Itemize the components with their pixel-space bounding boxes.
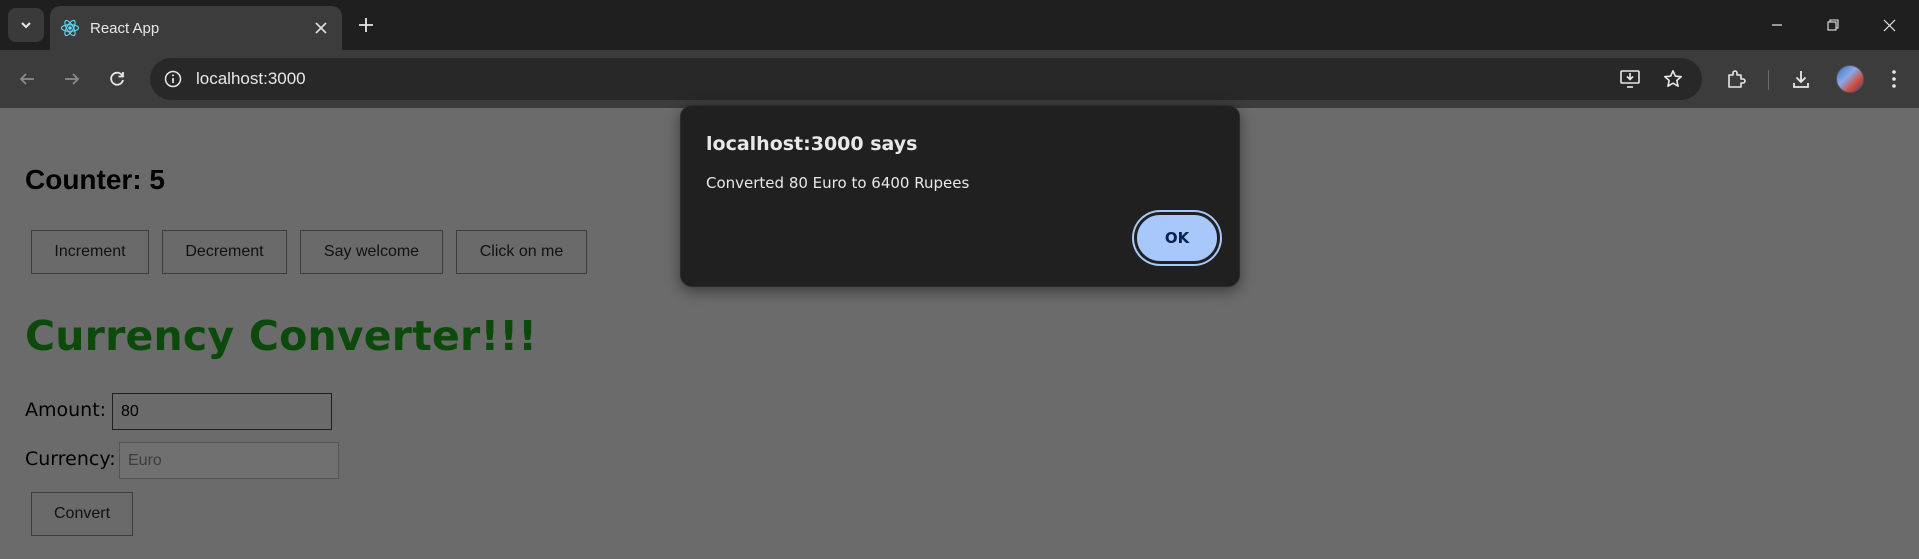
dialog-message: Converted 80 Euro to 6400 Rupees bbox=[706, 174, 970, 192]
bookmark-star-icon[interactable] bbox=[1660, 66, 1686, 92]
arrow-right-icon bbox=[65, 73, 80, 85]
minimize-button[interactable] bbox=[1749, 0, 1805, 50]
reload-icon bbox=[110, 71, 124, 86]
tab-search-button[interactable] bbox=[8, 8, 44, 42]
close-window-button[interactable] bbox=[1861, 0, 1917, 50]
convert-button[interactable]: Convert bbox=[31, 492, 133, 536]
currency-label: Currency: bbox=[25, 448, 116, 470]
reload-button[interactable] bbox=[101, 63, 133, 95]
dialog-heading: localhost:3000 says bbox=[706, 133, 918, 155]
chevron-down-icon bbox=[21, 22, 31, 29]
profile-avatar[interactable] bbox=[1836, 65, 1864, 93]
forward-button[interactable] bbox=[56, 63, 88, 95]
url-text[interactable]: localhost:3000 bbox=[196, 69, 1702, 89]
site-info-icon[interactable] bbox=[160, 66, 186, 92]
back-button[interactable] bbox=[11, 63, 43, 95]
more-menu-icon[interactable] bbox=[1880, 65, 1908, 93]
tab-title: React App bbox=[90, 19, 160, 37]
plus-icon bbox=[359, 18, 373, 32]
browser-toolbar: localhost:3000 bbox=[0, 50, 1919, 108]
browser-tab[interactable]: React App bbox=[50, 6, 342, 50]
say-welcome-button[interactable]: Say welcome bbox=[300, 230, 443, 274]
currency-input[interactable]: Euro bbox=[119, 442, 339, 479]
extensions-icon[interactable] bbox=[1722, 65, 1750, 93]
amount-input[interactable]: 80 bbox=[112, 393, 332, 430]
close-tab-icon[interactable] bbox=[310, 17, 332, 39]
address-bar[interactable]: localhost:3000 bbox=[150, 58, 1702, 100]
alert-dialog: localhost:3000 says Converted 80 Euro to… bbox=[680, 105, 1240, 287]
converter-title: Currency Converter!!! bbox=[25, 312, 538, 360]
downloads-icon[interactable] bbox=[1787, 65, 1815, 93]
close-icon bbox=[1883, 19, 1895, 31]
restore-button[interactable] bbox=[1805, 0, 1861, 50]
react-logo-icon bbox=[60, 18, 80, 38]
ok-button[interactable]: OK bbox=[1134, 212, 1220, 264]
click-on-me-button[interactable]: Click on me bbox=[456, 230, 587, 274]
counter-heading: Counter: 5 bbox=[25, 164, 165, 195]
amount-label: Amount: bbox=[25, 399, 107, 421]
new-tab-button[interactable] bbox=[352, 11, 380, 39]
arrow-left-icon bbox=[19, 73, 34, 85]
toolbar-divider bbox=[1768, 70, 1769, 90]
install-app-icon[interactable] bbox=[1618, 66, 1644, 92]
decrement-button[interactable]: Decrement bbox=[162, 230, 287, 274]
tab-strip: React App bbox=[0, 0, 1919, 50]
minimize-icon bbox=[1772, 24, 1782, 26]
increment-button[interactable]: Increment bbox=[31, 230, 149, 274]
restore-icon bbox=[1827, 19, 1839, 31]
